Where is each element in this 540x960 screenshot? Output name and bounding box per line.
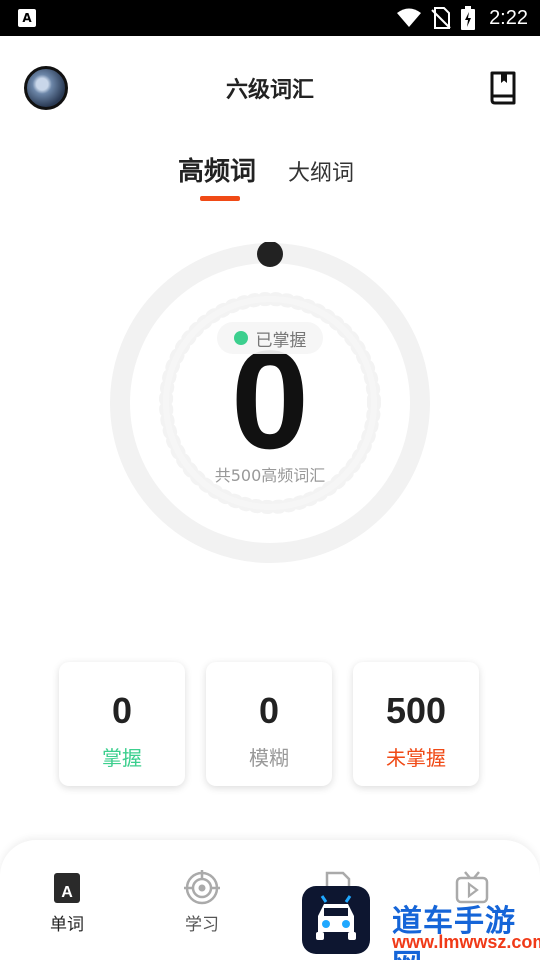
nav-label: 学习 — [185, 915, 219, 935]
app-notification-icon: A — [18, 9, 36, 27]
svg-text:A: A — [61, 884, 73, 901]
stat-label: 未掌握 — [386, 746, 446, 770]
battery-charging-icon — [461, 6, 476, 30]
stat-label: 掌握 — [102, 746, 142, 770]
nav-label: 单词 — [50, 915, 84, 935]
stat-label: 模糊 — [249, 746, 289, 770]
page-title: 六级词汇 — [225, 78, 314, 103]
tab-high-frequency[interactable]: 高频词 — [178, 150, 256, 194]
header: 六级词汇 — [0, 36, 540, 140]
word-book-icon: A — [54, 873, 80, 903]
wordbook-icon[interactable] — [488, 70, 518, 106]
nav-item-words[interactable]: A 单词 — [17, 870, 117, 935]
progress-handle — [257, 241, 283, 267]
stat-card-unmastered[interactable]: 500 未掌握 — [353, 662, 479, 786]
target-icon — [184, 870, 220, 905]
tab-syllabus[interactable]: 大纲词 — [288, 152, 354, 196]
car-logo-icon — [316, 895, 356, 940]
word-category-tabs: 高频词 大纲词 — [0, 150, 540, 210]
nav-item-study[interactable]: 学习 — [152, 870, 252, 935]
watermark-logo — [302, 886, 370, 954]
stat-card-fuzzy[interactable]: 0 模糊 — [206, 662, 332, 786]
no-sim-icon — [431, 7, 451, 29]
total-words-label: 共500高频词汇 — [214, 466, 326, 485]
status-bar: A 2:22 — [0, 0, 540, 36]
stat-value: 0 — [258, 690, 280, 731]
progress-ring: 已掌握 0 共500高频词汇 — [109, 241, 431, 564]
watermark-url: www.lmwwsz.com — [392, 932, 540, 952]
system-icons: 2:22 — [397, 0, 528, 36]
stat-value: 500 — [385, 690, 447, 731]
mastered-legend: 已掌握 — [217, 322, 323, 354]
clock: 2:22 — [489, 6, 528, 29]
mastered-label: 已掌握 — [255, 330, 307, 351]
stat-card-mastered[interactable]: 0 掌握 — [59, 662, 185, 786]
mastered-dot — [233, 331, 248, 345]
tab-active-indicator — [200, 196, 240, 201]
stat-value: 0 — [111, 690, 133, 731]
wifi-icon — [397, 8, 422, 27]
